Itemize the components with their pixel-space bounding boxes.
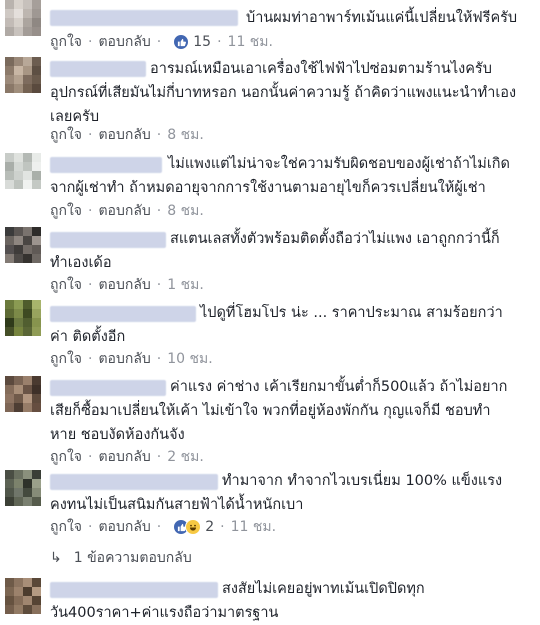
separator: · — [156, 449, 162, 465]
timestamp[interactable]: 11 ชม. — [228, 33, 273, 51]
avatar[interactable] — [5, 153, 41, 189]
separator: · — [88, 203, 93, 219]
separator: · — [88, 519, 93, 535]
comment-actions: ถูกใจ · ตอบกลับ · 15 · 11 ชม. — [50, 33, 273, 51]
like-icon — [173, 34, 190, 50]
like-link[interactable]: ถูกใจ — [50, 126, 82, 144]
reply-link[interactable]: ตอบกลับ — [98, 350, 150, 368]
reply-link[interactable]: ตอบกลับ — [98, 518, 150, 536]
commenter-name[interactable] — [50, 10, 238, 26]
reply-link[interactable]: ตอบกลับ — [98, 276, 150, 294]
reply-link[interactable]: ตอบกลับ — [98, 126, 150, 144]
separator: · — [88, 127, 93, 143]
comment-text: สงสัยไม่เคยอยู่พาทเม้นเปิดปิดทุก วัน400ร… — [50, 581, 425, 621]
comment-text: ไม่แพงแต่ไม่น่าจะใช่ความรับผิดชอบของผู้เ… — [50, 156, 510, 196]
separator: · — [220, 519, 225, 535]
comment-actions: ถูกใจ · ตอบกลับ · 10 ชม. — [50, 350, 213, 368]
avatar[interactable] — [5, 578, 41, 614]
avatar[interactable] — [5, 57, 41, 93]
reaction-summary[interactable]: 2 — [173, 518, 214, 536]
comment-text: ทำมาจาก ทำจากไวเบรเนี่ยม 100% แข็งแรง คง… — [50, 473, 503, 513]
view-replies-link[interactable]: ↳ 1 ข้อความตอบกลับ — [50, 547, 192, 569]
reply-link[interactable]: ตอบกลับ — [98, 202, 150, 220]
avatar[interactable] — [5, 227, 41, 263]
comment-actions: ถูกใจ · ตอบกลับ · 1 ชม. — [50, 276, 204, 294]
avatar[interactable] — [5, 0, 41, 36]
timestamp[interactable]: 8 ชม. — [167, 126, 204, 144]
separator: · — [88, 34, 93, 50]
timestamp[interactable]: 10 ชม. — [167, 350, 212, 368]
timestamp[interactable]: 2 ชม. — [167, 448, 204, 466]
comment-actions: ถูกใจ · ตอบกลับ · 8 ชม. — [50, 202, 204, 220]
separator: · — [156, 277, 162, 293]
reaction-count: 15 — [193, 34, 212, 50]
separator: · — [156, 203, 162, 219]
comment-text: อารมณ์เหมือนเอาเครื่องใช้ไฟฟ้าไปซ่อมตามร… — [50, 61, 517, 125]
reaction-summary[interactable]: 15 — [173, 33, 211, 51]
reply-link[interactable]: ตอบกลับ — [98, 33, 150, 51]
like-link[interactable]: ถูกใจ — [50, 448, 82, 466]
like-link[interactable]: ถูกใจ — [50, 202, 82, 220]
like-link[interactable]: ถูกใจ — [50, 276, 82, 294]
like-link[interactable]: ถูกใจ — [50, 350, 82, 368]
comment-actions: ถูกใจ · ตอบกลับ · 2 ชม. — [50, 448, 204, 466]
comment-text: สแตนเลสทั้งตัวพร้อมติดตั้งถือว่าไม่แพง เ… — [50, 231, 500, 271]
haha-icon — [185, 519, 202, 535]
comment-text: ไปดูที่โฮมโปร น่ะ ... ราคาประมาณ สามร้อย… — [50, 305, 503, 345]
separator: · — [156, 351, 162, 367]
comment-text: ค่าแรง ค่าช่าง เค้าเรียกมาขั้นต่ำก็500แล… — [50, 379, 508, 443]
avatar[interactable] — [5, 470, 41, 506]
comment-actions: ถูกใจ · ตอบกลับ · 8 ชม. — [50, 126, 204, 144]
separator: · — [156, 34, 162, 50]
separator: · — [88, 351, 93, 367]
replies-label: 1 ข้อความตอบกลับ — [73, 550, 192, 566]
comment-actions: ถูกใจ · ตอบกลับ · 2 · 11 ชม. — [50, 518, 276, 536]
comment-text: บ้านผมท่าอาพาร์ทเม้นแค่นี้เปลี่ยนให้ฟรีค… — [246, 10, 518, 26]
timestamp[interactable]: 11 ชม. — [231, 518, 276, 536]
timestamp[interactable]: 1 ชม. — [167, 276, 204, 294]
like-link[interactable]: ถูกใจ — [50, 33, 82, 51]
like-link[interactable]: ถูกใจ — [50, 518, 82, 536]
avatar[interactable] — [5, 376, 41, 412]
separator: · — [88, 449, 93, 465]
separator: · — [156, 127, 162, 143]
separator: · — [217, 34, 222, 50]
avatar[interactable] — [5, 300, 41, 336]
reply-link[interactable]: ตอบกลับ — [98, 448, 150, 466]
timestamp[interactable]: 8 ชม. — [167, 202, 204, 220]
separator: · — [88, 277, 93, 293]
separator: · — [156, 519, 162, 535]
reply-arrow-icon: ↳ — [50, 550, 62, 566]
reaction-count: 2 — [205, 519, 215, 535]
